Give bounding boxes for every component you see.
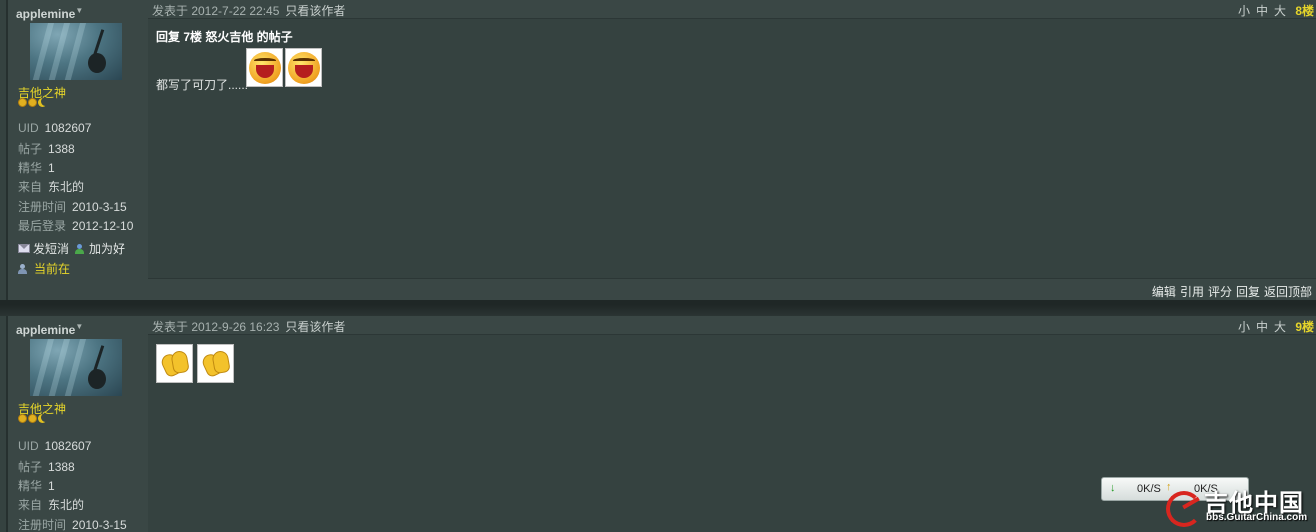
- download-speed: 0K/S: [1137, 483, 1161, 495]
- rank-stars: [18, 98, 47, 107]
- floor-number[interactable]: 8楼: [1295, 2, 1314, 19]
- author-name-link[interactable]: applemine▼: [16, 6, 83, 21]
- floor-number[interactable]: 9楼: [1295, 318, 1314, 335]
- post-message: 都写了可刀了......: [156, 78, 249, 92]
- info-from: 来自 东北的: [18, 180, 85, 194]
- site-watermark: 吉他中国 bbs.GuitarChina.com: [1160, 481, 1316, 532]
- info-digest: 精华 1: [18, 161, 55, 175]
- send-message-link[interactable]: 发短消: [18, 240, 69, 257]
- online-status: 当前在: [18, 260, 70, 277]
- author-name-link[interactable]: applemine▼: [16, 322, 83, 337]
- post-separator: [0, 304, 1316, 316]
- font-size-links: 小 中 大: [1238, 318, 1286, 335]
- post-date: 发表于 2012-7-22 22:45 只看该作者: [152, 4, 346, 18]
- only-author-link[interactable]: 只看该作者: [285, 320, 345, 334]
- avatar[interactable]: [30, 23, 122, 80]
- laugh-emoji: [246, 48, 283, 87]
- author-sidebar: applemine▼ 吉他之神 UID 1082607 帖子 1388 精华 1 来自…: [6, 316, 148, 532]
- author-sidebar: applemine▼ 吉他之神 UID 1082607 帖子 1388 精华 1 来自…: [6, 0, 148, 300]
- edit-link[interactable]: 编辑: [1152, 283, 1176, 300]
- sun-icon: [28, 414, 37, 423]
- user-icon: [18, 263, 28, 274]
- info-last-login: 最后登录 2012-12-10: [18, 219, 134, 233]
- info-uid: UID 1082607: [18, 121, 92, 135]
- clap-emoji: [197, 344, 234, 383]
- info-posts: 帖子 1388: [18, 142, 75, 156]
- avatar[interactable]: [30, 339, 122, 396]
- quote-link[interactable]: 引用: [1180, 283, 1204, 300]
- post-header: 发表于 2012-9-26 16:23 只看该作者 小 中 大 9楼: [148, 316, 1316, 335]
- reply-link[interactable]: 回复: [1236, 283, 1260, 300]
- add-friend-link[interactable]: 加为好: [75, 240, 125, 257]
- moon-icon: [38, 414, 47, 423]
- font-size-links: 小 中 大: [1238, 2, 1286, 19]
- post-footer: 编辑 引用 评分 回复 返回顶部: [148, 278, 1316, 300]
- font-small-link[interactable]: 小: [1238, 318, 1250, 335]
- watermark-url: bbs.GuitarChina.com: [1206, 512, 1308, 523]
- back-to-top-link[interactable]: 返回顶部: [1264, 283, 1312, 300]
- info-digest: 精华 1: [18, 479, 55, 493]
- rank-stars: [18, 414, 47, 423]
- info-from: 来自 东北的: [18, 498, 85, 512]
- font-medium-link[interactable]: 中: [1256, 318, 1268, 335]
- dropdown-icon[interactable]: ▼: [75, 322, 83, 331]
- info-register: 注册时间 2010-3-15: [18, 518, 127, 532]
- post-content: 发表于 2012-7-22 22:45 只看该作者 小 中 大 8楼 回复 7楼 …: [148, 0, 1316, 300]
- add-friend-icon: [75, 243, 86, 254]
- font-small-link[interactable]: 小: [1238, 2, 1250, 19]
- info-posts: 帖子 1388: [18, 460, 75, 474]
- mail-icon: [18, 244, 30, 253]
- guitar-logo-icon: [1164, 485, 1202, 527]
- laugh-emoji: [285, 48, 322, 87]
- arrow-down-icon: ↓: [1110, 482, 1116, 494]
- only-author-link[interactable]: 只看该作者: [285, 4, 345, 18]
- clap-emoji: [156, 344, 193, 383]
- post-date: 发表于 2012-9-26 16:23 只看该作者: [152, 320, 346, 334]
- post-header: 发表于 2012-7-22 22:45 只看该作者 小 中 大 8楼: [148, 0, 1316, 19]
- reply-title[interactable]: 回复 7楼 怒火吉他 的帖子: [156, 28, 293, 45]
- font-medium-link[interactable]: 中: [1256, 2, 1268, 19]
- dropdown-icon[interactable]: ▼: [75, 6, 83, 15]
- sun-icon: [18, 414, 27, 423]
- sun-icon: [28, 98, 37, 107]
- post-8: applemine▼ 吉他之神 UID 1082607 帖子 1388 精华 1 来自…: [0, 0, 1316, 304]
- font-large-link[interactable]: 大: [1274, 2, 1286, 19]
- sun-icon: [18, 98, 27, 107]
- info-uid: UID 1082607: [18, 439, 92, 453]
- info-register: 注册时间 2010-3-15: [18, 200, 127, 214]
- font-large-link[interactable]: 大: [1274, 318, 1286, 335]
- moon-icon: [38, 98, 47, 107]
- rate-link[interactable]: 评分: [1208, 283, 1232, 300]
